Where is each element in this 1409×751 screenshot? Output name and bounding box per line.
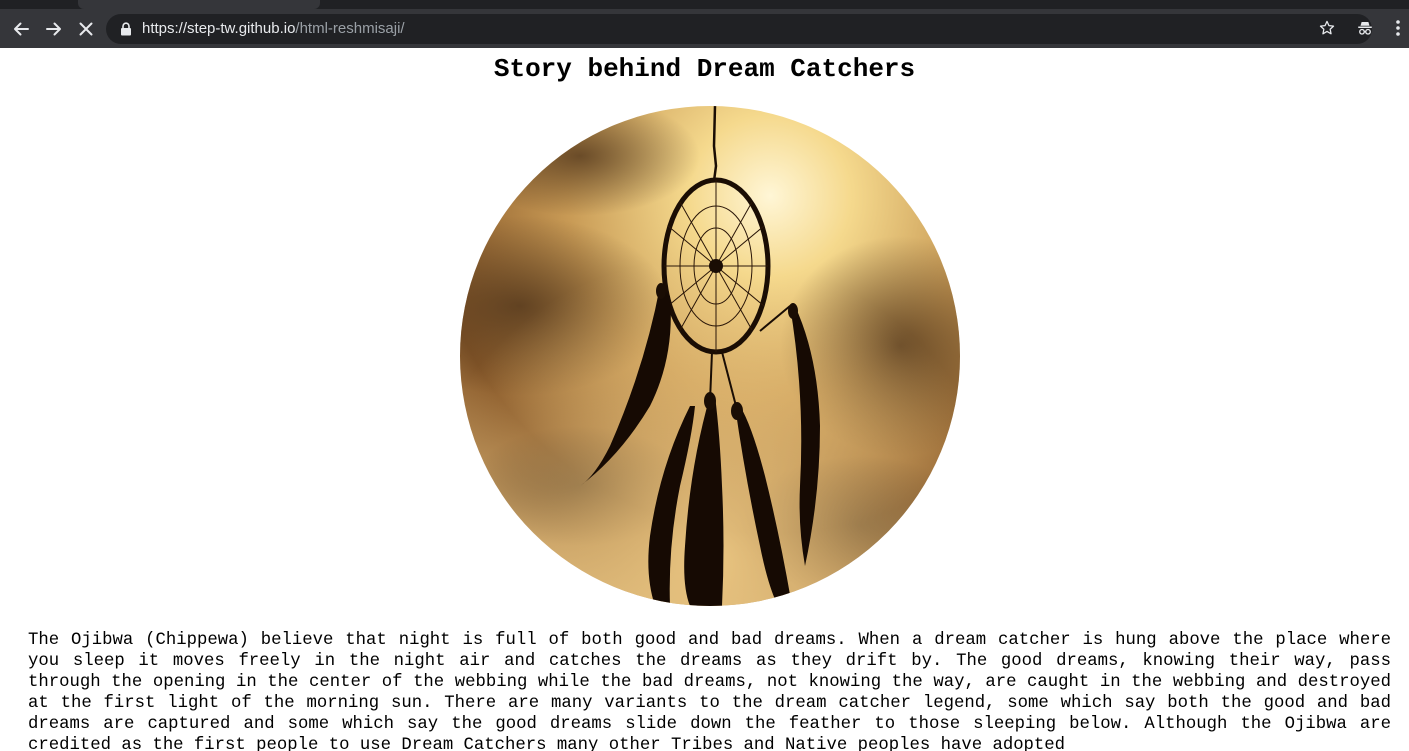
lock-icon[interactable] — [120, 22, 132, 36]
incognito-button[interactable] — [1354, 17, 1376, 39]
arrow-left-icon — [14, 22, 29, 36]
page-title: Story behind Dream Catchers — [493, 54, 916, 84]
url-text[interactable]: https://step-tw.github.io/html-reshmisaj… — [142, 14, 405, 44]
active-tab[interactable] — [78, 0, 320, 9]
vertical-dots-icon — [1396, 20, 1400, 36]
dream-catcher-image — [460, 106, 960, 606]
close-icon — [79, 22, 93, 36]
star-icon — [1319, 20, 1335, 35]
arrow-right-icon — [46, 22, 61, 36]
url-host: https://step-tw.github.io — [142, 20, 296, 37]
tab-strip — [0, 0, 1409, 9]
incognito-icon — [1358, 22, 1372, 35]
web-page: Story behind Dream Catchers The Ojibwa (… — [0, 48, 1409, 751]
browser-toolbar: https://step-tw.github.io/html-reshmisaj… — [0, 9, 1409, 48]
stop-button[interactable] — [74, 17, 98, 41]
url-path: /html-reshmisaji/ — [295, 20, 405, 37]
bookmark-button[interactable] — [1316, 17, 1338, 39]
address-bar[interactable]: https://step-tw.github.io/html-reshmisaj… — [106, 14, 1372, 44]
back-button[interactable] — [9, 17, 33, 41]
menu-button[interactable] — [1390, 17, 1406, 39]
forward-button[interactable] — [42, 17, 66, 41]
story-paragraph: The Ojibwa (Chippewa) believe that night… — [28, 631, 1391, 751]
